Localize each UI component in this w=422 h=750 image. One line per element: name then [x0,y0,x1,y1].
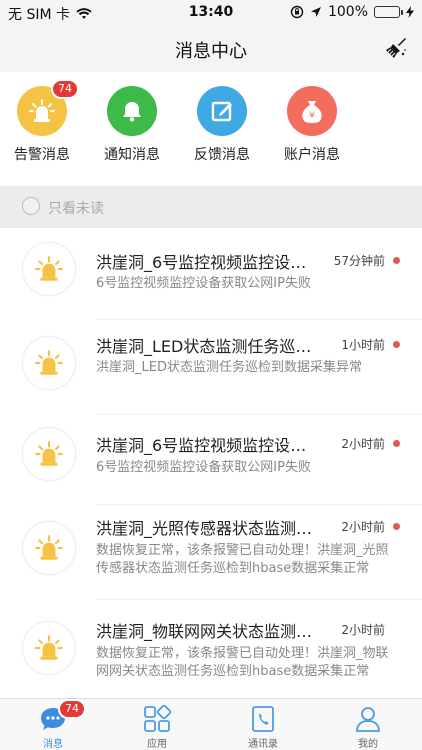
message-list: 洪崖洞_6号监控视频监控设备获取公网IP失败 57分钟前 6号监控视频监控设备获… [0,230,422,698]
messages-tab-badge: 74 [58,699,86,719]
list-item[interactable]: 洪崖洞_6号监控视频监控设备获取公网IP失败 2小时前 6号监控视频监控设备获取… [0,415,422,505]
alarm-light-icon [35,441,63,466]
edit-icon [211,101,232,122]
message-time: 2小时前 [341,437,385,451]
page-title: 消息中心 [175,41,247,62]
nav-bar: 消息中心 [0,26,422,72]
category-row: 74 告警消息 通知消息 反馈消息 ¥ 账户消息 [0,72,422,184]
alarm-avatar [22,621,76,675]
alarm-avatar [22,427,76,481]
category-feedback[interactable]: 反馈消息 [177,86,267,164]
notice-circle [107,86,157,136]
unread-dot [393,523,400,530]
svg-text:¥: ¥ [309,111,315,121]
list-item[interactable]: 洪崖洞_光照传感器状态监测任务巡检到hbase 2小时前 数据恢复正常，该条报警… [0,505,422,600]
message-time: 2小时前 [341,623,385,637]
message-title: 洪崖洞_6号监控视频监控设备获取公网IP失败 [96,436,318,455]
message-title: 洪崖洞_LED状态监测任务巡检到数据采集异常 [96,337,318,356]
tab-icon-wrap: 74 [39,699,86,733]
alarm-light-icon [35,635,63,660]
battery-percent: 100% [327,4,368,20]
message-title: 洪崖洞_6号监控视频监控设备获取公网IP失败 [96,253,318,272]
tab-label: 应用 [147,739,167,750]
message-title: 洪崖洞_光照传感器状态监测任务巡检到hbase [96,519,318,538]
unread-dot [393,440,400,447]
tab-icon-wrap [143,704,172,733]
bell-icon [123,102,141,122]
tab-icon-wrap [249,705,277,733]
tab-label: 我的 [358,739,378,750]
charging-bolt-icon [406,6,414,18]
category-label: 账户消息 [284,147,340,163]
alarm-light-icon [35,535,63,560]
tab-label: 通讯录 [248,739,278,750]
alarm-circle: 74 [17,79,79,136]
message-body: 数据恢复正常，该条报警已自动处理！洪崖洞_物联网网关状态监测任务巡检到hbase… [96,646,389,679]
tab-icon-wrap [354,705,382,733]
alarm-avatar [22,336,76,390]
unread-dot [393,257,400,264]
list-item[interactable]: 洪崖洞_6号监控视频监控设备获取公网IP失败 57分钟前 6号监控视频监控设备获… [0,230,422,320]
apps-grid-icon [144,704,172,732]
category-account[interactable]: ¥ 账户消息 [267,86,357,164]
account-circle: ¥ [287,86,337,136]
unread-filter-label: 只看未读 [48,201,104,217]
unread-dot [393,341,400,348]
tab-contacts[interactable]: 通讯录 [228,705,298,750]
message-time: 2小时前 [341,520,385,534]
unread-filter[interactable]: 只看未读 [0,186,422,228]
battery-icon [374,6,403,18]
list-item[interactable]: 洪崖洞_LED状态监测任务巡检到数据采集异常 1小时前 洪崖洞_LED状态监测任… [0,320,422,415]
tab-profile[interactable]: 我的 [333,705,403,750]
alarm-avatar [22,521,76,575]
message-time: 57分钟前 [333,254,385,268]
contacts-book-icon [252,706,274,732]
list-item[interactable]: 洪崖洞_物联网网关状态监测任务巡检到hbase 2小时前 数据恢复正常，该条报警… [0,600,422,698]
category-alarm[interactable]: 74 告警消息 [0,79,87,164]
alarm-badge: 74 [51,79,79,99]
tab-messages[interactable]: 74 消息 [18,699,88,750]
status-bar: 无 SIM 卡 13:40 100% [0,0,422,26]
tab-apps[interactable]: 应用 [122,704,192,750]
message-title: 洪崖洞_物联网网关状态监测任务巡检到hbase [96,622,318,641]
tab-label: 消息 [43,739,63,750]
alarm-light-icon [35,350,63,375]
money-bag-icon: ¥ [302,101,322,123]
category-label: 告警消息 [14,147,70,163]
message-body: 6号监控视频监控设备获取公网IP失败 [96,460,311,475]
broom-icon[interactable] [384,36,408,60]
message-body: 数据恢复正常，该条报警已自动处理！洪崖洞_光照传感器状态监测任务巡检到hbase… [96,543,389,576]
category-label: 通知消息 [104,147,160,163]
tab-bar: 74 消息 应用 通讯录 我的 [0,698,422,750]
message-body: 洪崖洞_LED状态监测任务巡检到数据采集异常 [96,360,362,375]
orientation-lock-icon [290,5,304,19]
location-arrow-icon [310,7,321,17]
unread-radio[interactable] [22,197,40,215]
alarm-avatar [22,242,76,296]
status-right: 100% [290,4,414,20]
alarm-light-icon [35,256,63,281]
feedback-circle [197,86,247,136]
category-label: 反馈消息 [194,147,250,163]
message-time: 1小时前 [341,338,385,352]
user-profile-icon [356,707,380,732]
alarm-light-icon [29,99,55,122]
category-notice[interactable]: 通知消息 [87,86,177,164]
message-body: 6号监控视频监控设备获取公网IP失败 [96,276,311,291]
